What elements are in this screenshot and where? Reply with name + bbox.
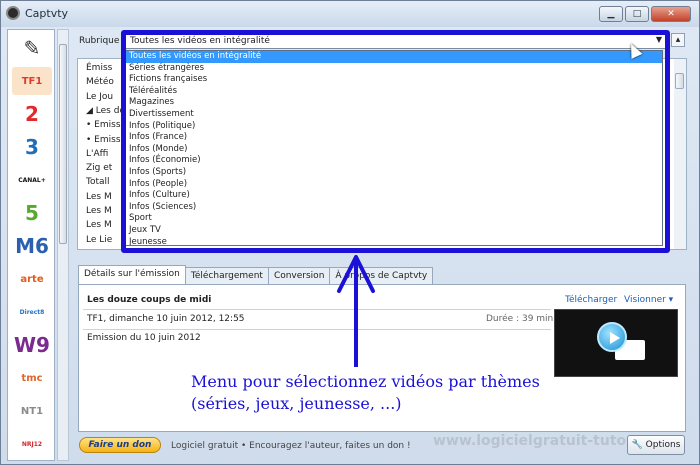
- tab-2[interactable]: Conversion: [267, 267, 331, 284]
- annotation-text: Menu pour sélectionnez vidéos par thèmes…: [191, 371, 540, 415]
- app-window: Captvty ▁ □ ✕ ✎ TF1 2 3 CANAL+ 5 M6 arte Direct8…: [0, 0, 700, 465]
- list-item[interactable]: Totall: [86, 177, 110, 187]
- list-item[interactable]: Les M: [86, 220, 112, 230]
- options-button[interactable]: 🔧 Options: [627, 435, 685, 455]
- title-bar: Captvty ▁ □ ✕: [1, 1, 699, 27]
- download-link[interactable]: Télécharger: [565, 295, 617, 305]
- rubrique-label: Rubrique :: [79, 36, 126, 46]
- list-item[interactable]: ◢ Les do: [86, 106, 125, 116]
- channel-m6-icon[interactable]: M6: [12, 232, 52, 260]
- window-controls: ▁ □ ✕: [599, 6, 691, 22]
- window-title: Captvty: [25, 7, 69, 20]
- footer-text: Logiciel gratuit • Encouragez l'auteur, …: [171, 441, 411, 451]
- annotation-line-2: (séries, jeux, jeunesse, ...): [191, 394, 402, 413]
- detail-tabs: Détails sur l'émission Téléchargement Conv…: [78, 265, 434, 284]
- sidebar-scroll-thumb[interactable]: [59, 44, 67, 244]
- view-link[interactable]: Visionner ▾: [624, 295, 673, 305]
- emission-duration: Durée : 39 min.: [486, 314, 557, 324]
- list-item[interactable]: Le Jou: [86, 92, 113, 102]
- channel-france5-icon[interactable]: 5: [12, 199, 52, 227]
- captvty-logo-icon: [6, 6, 20, 20]
- sidebar-scrollbar[interactable]: [57, 29, 69, 461]
- collapse-button[interactable]: ▴: [671, 33, 685, 47]
- donate-button[interactable]: Faire un don: [79, 437, 161, 453]
- channel-nrj12-icon[interactable]: NRJ12: [12, 430, 52, 458]
- list-item[interactable]: Zig et: [86, 163, 112, 173]
- annotation-line-1: Menu pour sélectionnez vidéos par thèmes: [191, 372, 540, 391]
- list-scroll-thumb[interactable]: [675, 73, 684, 89]
- channel-arte-icon[interactable]: arte: [12, 265, 52, 293]
- minimize-button[interactable]: ▁: [599, 6, 623, 22]
- tab-1[interactable]: Téléchargement: [184, 267, 269, 284]
- play-icon[interactable]: [597, 322, 627, 352]
- emission-info: TF1, dimanche 10 juin 2012, 12:55: [87, 314, 245, 324]
- list-item[interactable]: L'Affi: [86, 149, 108, 159]
- channel-canalplus-icon[interactable]: CANAL+: [12, 166, 52, 194]
- divider: [83, 309, 551, 310]
- list-item[interactable]: • Emiss: [86, 120, 121, 130]
- list-item[interactable]: Les M: [86, 192, 112, 202]
- tab-0[interactable]: Détails sur l'émission: [78, 265, 186, 284]
- maximize-button[interactable]: □: [625, 6, 649, 22]
- channel-tf1-icon[interactable]: TF1: [12, 67, 52, 95]
- close-button[interactable]: ✕: [651, 6, 691, 22]
- channel-tmc-icon[interactable]: tmc: [12, 364, 52, 392]
- video-thumbnail[interactable]: [554, 309, 678, 377]
- channel-sidebar: ✎ TF1 2 3 CANAL+ 5 M6 arte Direct8 W9 tmc NT1 NRJ12: [7, 29, 55, 461]
- list-item[interactable]: Les M: [86, 206, 112, 216]
- channel-nt1-icon[interactable]: NT1: [12, 397, 52, 425]
- emission-title: Les douze coups de midi: [87, 295, 212, 305]
- emission-description: Emission du 10 juin 2012: [87, 333, 201, 343]
- annotation-highlight-box: [121, 30, 670, 253]
- channel-france3-icon[interactable]: 3: [12, 133, 52, 161]
- wrench-icon: 🔧: [631, 440, 646, 450]
- options-label: Options: [645, 440, 681, 450]
- list-item[interactable]: Le Lie: [86, 235, 112, 245]
- arrow-up-icon: [337, 255, 375, 293]
- channel-direct8-icon[interactable]: Direct8: [12, 298, 52, 326]
- list-item[interactable]: Météo: [86, 77, 114, 87]
- divider: [83, 329, 551, 330]
- list-item[interactable]: Émiss: [86, 63, 112, 73]
- list-item[interactable]: • Emiss: [86, 135, 121, 145]
- list-scrollbar[interactable]: [674, 59, 686, 249]
- channel-w9-icon[interactable]: W9: [12, 331, 52, 359]
- channel-magic-wand-icon[interactable]: ✎: [12, 34, 52, 62]
- channel-france2-icon[interactable]: 2: [12, 100, 52, 128]
- footer: Faire un don Logiciel gratuit • Encourag…: [71, 433, 691, 461]
